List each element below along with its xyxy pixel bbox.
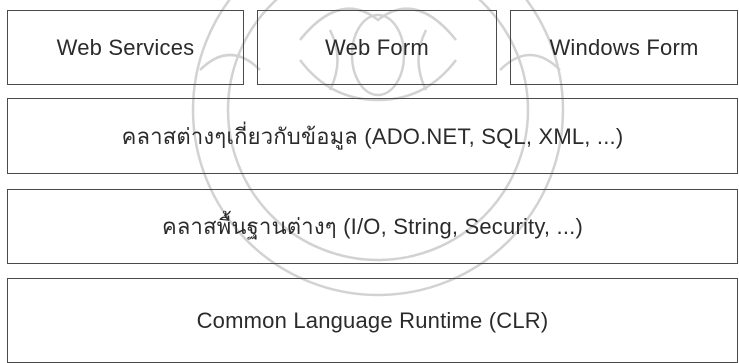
clr-label: Common Language Runtime (CLR) — [196, 307, 549, 333]
web-services-box: Web Services — [7, 10, 244, 85]
web-form-box: Web Form — [257, 10, 497, 85]
base-classes-label: คลาสพื้นฐานต่างๆ (I/O, String, Security,… — [161, 214, 584, 239]
data-classes-label: คลาสต่างๆเกี่ยวกับข้อมูล (ADO.NET, SQL, … — [121, 123, 624, 149]
data-classes-layer: คลาสต่างๆเกี่ยวกับข้อมูล (ADO.NET, SQL, … — [7, 98, 738, 174]
base-classes-layer: คลาสพื้นฐานต่างๆ (I/O, String, Security,… — [7, 189, 738, 264]
windows-form-box: Windows Form — [510, 10, 738, 85]
windows-form-label: Windows Form — [549, 34, 699, 60]
web-services-label: Web Services — [56, 34, 195, 60]
web-form-label: Web Form — [325, 34, 429, 60]
clr-layer: Common Language Runtime (CLR) — [7, 278, 738, 363]
